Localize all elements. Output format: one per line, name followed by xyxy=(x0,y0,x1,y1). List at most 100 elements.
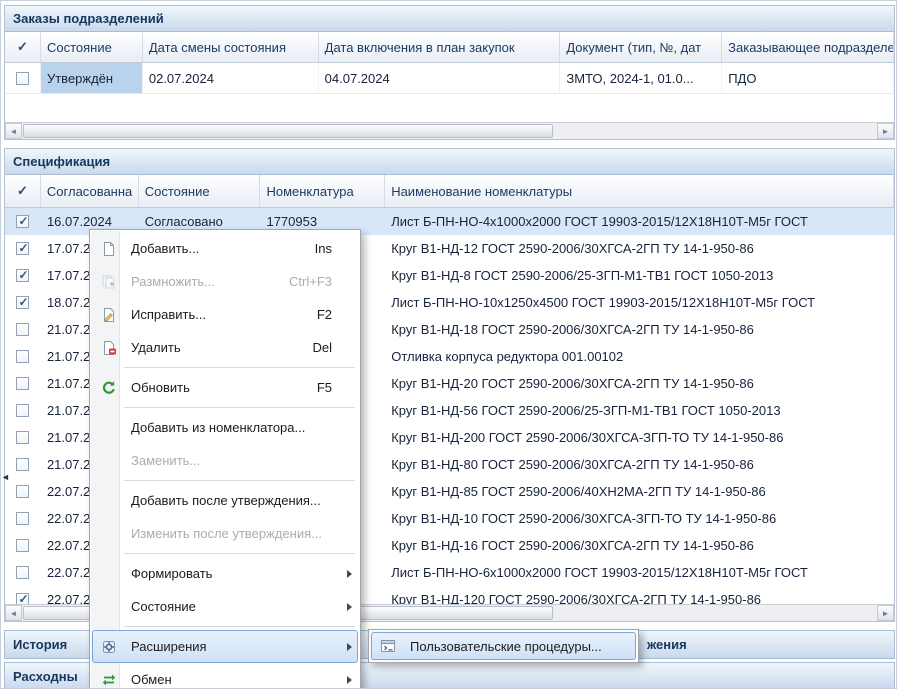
row-check-cell[interactable] xyxy=(5,316,41,343)
row-checkbox[interactable] xyxy=(16,566,29,579)
spec-cell-name[interactable]: Лист Б-ПН-НО-10х1250х4500 ГОСТ 19903-201… xyxy=(385,289,894,316)
menu-item-refresh[interactable]: ОбновитьF5 xyxy=(92,371,358,404)
splitter-arrow-icon[interactable]: ◄ xyxy=(1,472,10,482)
spec-cell-name[interactable]: Круг В1-НД-20 ГОСТ 2590-2006/30ХГСА-2ГП … xyxy=(385,370,894,397)
row-check-cell[interactable] xyxy=(5,289,41,316)
orders-table-header: ✓ СостояниеДата смены состоянияДата включ… xyxy=(5,32,894,63)
orders-table-row[interactable]: Утверждён02.07.202404.07.2024ЗМТО, 2024-… xyxy=(5,63,894,94)
menu-item-add-from-nomenclature[interactable]: Добавить из номенклатора... xyxy=(92,411,358,444)
row-checkbox[interactable] xyxy=(16,539,29,552)
orders-cell[interactable]: ПДО xyxy=(722,63,894,93)
row-check-cell[interactable] xyxy=(5,478,41,505)
scroll-left-icon[interactable]: ◄ xyxy=(5,123,22,139)
submenu-arrow-icon xyxy=(347,676,352,684)
expense-panel-title: Расходны xyxy=(13,669,78,684)
spec-cell-name[interactable]: Лист Б-ПН-НО-6х1000х2000 ГОСТ 19903-2015… xyxy=(385,559,894,586)
spec-cell-name[interactable]: Круг В1-НД-16 ГОСТ 2590-2006/30ХГСА-2ГП … xyxy=(385,532,894,559)
row-check-cell[interactable] xyxy=(5,343,41,370)
orders-cell[interactable]: 04.07.2024 xyxy=(319,63,561,93)
orders-column-header[interactable]: Дата включения в план закупок xyxy=(319,32,561,62)
spec-select-all-header[interactable]: ✓ xyxy=(5,175,41,207)
menu-item-form[interactable]: Формировать xyxy=(92,557,358,590)
row-checkbox[interactable] xyxy=(16,377,29,390)
menu-item-label: Добавить... xyxy=(131,241,199,256)
scroll-right-icon[interactable]: ► xyxy=(877,605,894,621)
spec-cell-name[interactable]: Круг В1-НД-85 ГОСТ 2590-2006/40ХН2МА-2ГП… xyxy=(385,478,894,505)
spec-panel-header[interactable]: Спецификация xyxy=(5,149,894,175)
row-checkbox[interactable] xyxy=(16,215,29,228)
orders-cell[interactable]: ЗМТО, 2024-1, 01.0... xyxy=(560,63,722,93)
spec-cell-name[interactable]: Круг В1-НД-18 ГОСТ 2590-2006/30ХГСА-2ГП … xyxy=(385,316,894,343)
no-icon xyxy=(97,453,121,469)
row-check-cell[interactable] xyxy=(5,451,41,478)
spec-cell-name[interactable]: Круг В1-НД-12 ГОСТ 2590-2006/30ХГСА-2ГП … xyxy=(385,235,894,262)
orders-cell[interactable]: Утверждён xyxy=(41,63,143,93)
row-checkbox[interactable] xyxy=(16,323,29,336)
row-checkbox[interactable] xyxy=(16,296,29,309)
row-checkbox[interactable] xyxy=(16,350,29,363)
submenu-item-user-procedures[interactable]: Пользовательские процедуры... xyxy=(371,632,636,660)
orders-h-scrollbar[interactable]: ◄ ► xyxy=(5,122,894,139)
spec-cell-name[interactable]: Круг В1-НД-10 ГОСТ 2590-2006/30ХГСА-ЗГП-… xyxy=(385,505,894,532)
menu-item-label: Формировать xyxy=(131,566,212,581)
no-icon xyxy=(97,526,121,542)
menu-shortcut: Ctrl+F3 xyxy=(289,274,332,289)
menu-item-exchange[interactable]: Обмен xyxy=(92,663,358,689)
row-checkbox[interactable] xyxy=(16,458,29,471)
spec-column-header[interactable]: Наименование номенклатуры xyxy=(385,175,894,207)
submenu-arrow-icon xyxy=(347,570,352,578)
menu-item-label: Исправить... xyxy=(131,307,206,322)
row-check-cell[interactable] xyxy=(5,262,41,289)
menu-item-add[interactable]: Добавить...Ins xyxy=(92,232,358,265)
orders-panel: Заказы подразделений ✓ СостояниеДата смен… xyxy=(4,5,895,140)
row-checkbox[interactable] xyxy=(16,269,29,282)
spec-cell-name[interactable]: Отливка корпуса редуктора 001.00102 xyxy=(385,343,894,370)
spec-cell-name[interactable]: Круг В1-НД-56 ГОСТ 2590-2006/25-ЗГП-М1-Т… xyxy=(385,397,894,424)
history-panel-title: История xyxy=(13,637,67,652)
menu-item-add-after-approval[interactable]: Добавить после утверждения... xyxy=(92,484,358,517)
menu-item-edit[interactable]: Исправить...F2 xyxy=(92,298,358,331)
row-check-cell[interactable] xyxy=(5,208,41,235)
orders-panel-header[interactable]: Заказы подразделений xyxy=(5,6,894,32)
menu-shortcut: F5 xyxy=(317,380,332,395)
row-check-cell[interactable] xyxy=(5,505,41,532)
menu-item-extensions[interactable]: Расширения xyxy=(92,630,358,663)
no-icon xyxy=(97,493,121,509)
scroll-track[interactable] xyxy=(22,123,877,139)
header-check-icon: ✓ xyxy=(17,39,28,55)
add-document-icon xyxy=(97,241,121,257)
spec-column-header[interactable]: Номенклатура xyxy=(260,175,385,207)
orders-cell[interactable]: 02.07.2024 xyxy=(143,63,319,93)
orders-column-header[interactable]: Заказывающее подразделе xyxy=(722,32,894,62)
menu-item-state[interactable]: Состояние xyxy=(92,590,358,623)
row-check-cell[interactable] xyxy=(5,235,41,262)
scroll-thumb[interactable] xyxy=(23,124,553,138)
menu-shortcut: Del xyxy=(312,340,332,355)
spec-cell-name[interactable]: Круг В1-НД-80 ГОСТ 2590-2006/30ХГСА-2ГП … xyxy=(385,451,894,478)
row-check-cell[interactable] xyxy=(5,63,41,93)
row-checkbox[interactable] xyxy=(16,242,29,255)
refresh-icon xyxy=(97,380,121,396)
spec-column-header[interactable]: Состояние xyxy=(139,175,261,207)
orders-column-header[interactable]: Дата смены состояния xyxy=(143,32,319,62)
row-check-cell[interactable] xyxy=(5,397,41,424)
scroll-left-icon[interactable]: ◄ xyxy=(5,605,22,621)
spec-cell-name[interactable]: Лист Б-ПН-НО-4х1000х2000 ГОСТ 19903-2015… xyxy=(385,208,894,235)
scroll-right-icon[interactable]: ► xyxy=(877,123,894,139)
row-checkbox[interactable] xyxy=(16,512,29,525)
row-check-cell[interactable] xyxy=(5,532,41,559)
orders-select-all-header[interactable]: ✓ xyxy=(5,32,41,62)
row-checkbox[interactable] xyxy=(16,404,29,417)
spec-cell-name[interactable]: Круг В1-НД-8 ГОСТ 2590-2006/25-ЗГП-М1-ТВ… xyxy=(385,262,894,289)
row-checkbox[interactable] xyxy=(16,485,29,498)
row-check-cell[interactable] xyxy=(5,370,41,397)
row-check-cell[interactable] xyxy=(5,559,41,586)
spec-column-header[interactable]: Согласованна xyxy=(41,175,139,207)
row-checkbox[interactable] xyxy=(16,72,29,85)
row-checkbox[interactable] xyxy=(16,431,29,444)
row-check-cell[interactable] xyxy=(5,424,41,451)
orders-column-header[interactable]: Документ (тип, №, дат xyxy=(560,32,722,62)
spec-cell-name[interactable]: Круг В1-НД-200 ГОСТ 2590-2006/30ХГСА-ЗГП… xyxy=(385,424,894,451)
orders-column-header[interactable]: Состояние xyxy=(41,32,143,62)
menu-item-delete[interactable]: УдалитьDel xyxy=(92,331,358,364)
